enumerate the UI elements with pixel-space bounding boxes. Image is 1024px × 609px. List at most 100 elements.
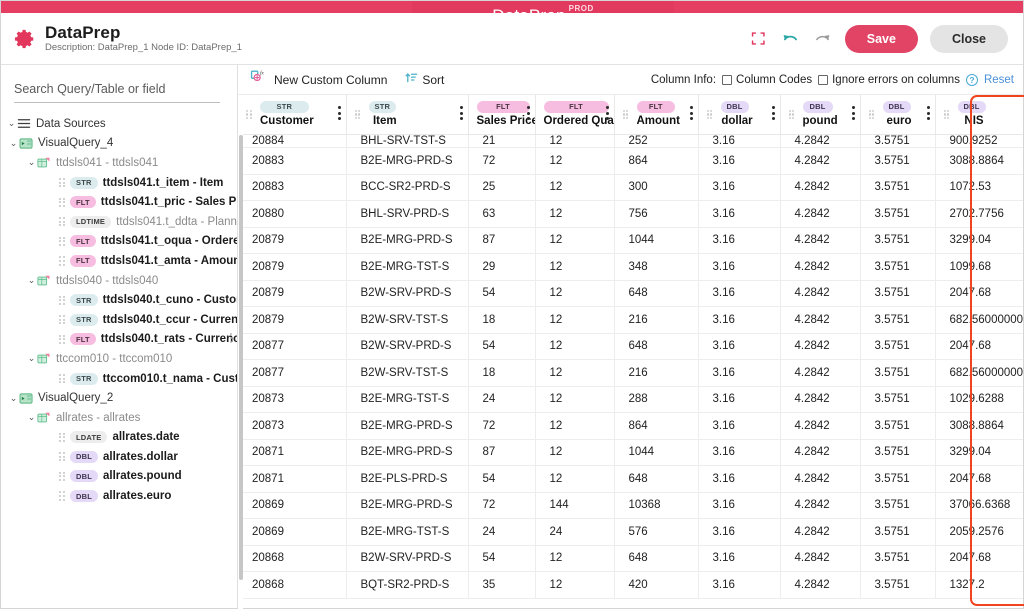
table-cell[interactable]: B2E-MRG-TST-S xyxy=(346,518,469,546)
table-cell[interactable]: 216 xyxy=(614,306,699,334)
table-cell[interactable]: 864 xyxy=(614,147,699,175)
drag-handle-icon[interactable] xyxy=(57,177,67,188)
grid-column-header[interactable]: DBL pound xyxy=(780,95,861,135)
table-cell[interactable]: B2E-MRG-TST-S xyxy=(346,253,469,281)
table-cell[interactable]: 54 xyxy=(468,545,536,572)
table-cell[interactable]: 1099.68 xyxy=(935,253,1024,281)
table-cell[interactable]: B2W-SRV-PRD-S xyxy=(346,545,469,572)
column-codes-checkbox[interactable]: Column Codes xyxy=(722,74,812,86)
table-cell[interactable]: 3.16 xyxy=(698,147,781,175)
table-cell[interactable]: 12 xyxy=(535,545,615,572)
table-cell[interactable]: 87 xyxy=(468,439,536,466)
table-cell[interactable]: 12 xyxy=(535,571,615,599)
table-cell[interactable]: BHL-SRV-PRD-S xyxy=(346,200,469,228)
table-cell[interactable]: 420 xyxy=(614,571,699,599)
table-cell[interactable]: 3.16 xyxy=(698,545,781,572)
table-cell[interactable]: B2E-PLS-PRD-S xyxy=(346,465,469,493)
chevron-down-icon[interactable]: ⌄ xyxy=(26,157,37,168)
table-cell[interactable]: 3.16 xyxy=(698,227,781,254)
table-cell[interactable]: 20879 xyxy=(238,253,347,281)
table-cell[interactable]: 648 xyxy=(614,465,699,493)
table-row[interactable]: 20868 B2W-SRV-PRD-S 54 12 648 3.16 4.2842 3.575… xyxy=(238,545,1024,572)
table-cell[interactable]: B2W-SRV-TST-S xyxy=(346,359,469,387)
table-row[interactable]: 20868 BQT-SR2-PRD-S 35 12 420 3.16 4.2842 3.575… xyxy=(238,571,1024,599)
table-cell[interactable]: B2W-SRV-PRD-S xyxy=(346,333,469,360)
table-cell[interactable]: 2047.68 xyxy=(935,545,1024,572)
table-cell[interactable]: 3088.8864 xyxy=(935,147,1024,175)
table-cell[interactable]: 1044 xyxy=(614,439,699,466)
table-cell[interactable]: 54 xyxy=(468,280,536,307)
table-cell[interactable]: 12 xyxy=(535,134,615,148)
table-cell[interactable]: BCC-SR2-PRD-S xyxy=(346,174,469,201)
table-cell[interactable]: 3.5751 xyxy=(860,227,936,254)
table-cell[interactable]: 4.2842 xyxy=(780,333,861,360)
table-cell[interactable]: 3.5751 xyxy=(860,253,936,281)
drag-handle-icon[interactable] xyxy=(57,314,67,325)
table-cell[interactable]: 3.16 xyxy=(698,386,781,413)
drag-handle-icon[interactable] xyxy=(57,295,67,306)
table-cell[interactable]: B2E-MRG-PRD-S xyxy=(346,439,469,466)
table-cell[interactable]: 20879 xyxy=(238,280,347,307)
table-cell[interactable]: 21 xyxy=(468,134,536,148)
table-cell[interactable]: 72 xyxy=(468,492,536,519)
tree-item[interactable]: FLT ttdsls041.t_amta - Amoun xyxy=(0,251,237,271)
tree-item[interactable]: ⌄ ttdsls041 - ttdsls041 xyxy=(0,153,237,173)
column-menu-icon[interactable] xyxy=(689,106,693,121)
column-drag-handle-icon[interactable] xyxy=(868,109,878,120)
tree-item[interactable]: LDTIME ttdsls041.t_ddta - Planned I xyxy=(0,212,237,232)
table-cell[interactable]: 648 xyxy=(614,545,699,572)
column-menu-icon[interactable] xyxy=(605,106,609,121)
drag-handle-icon[interactable] xyxy=(57,255,67,266)
tree-item[interactable]: STR ttccom010.t_nama - Custo xyxy=(0,369,237,389)
table-cell[interactable]: 682.5600000000001 xyxy=(935,359,1024,387)
table-cell[interactable]: 18 xyxy=(468,359,536,387)
tree-item[interactable]: LDATE allrates.date xyxy=(0,428,237,448)
table-cell[interactable]: B2E-MRG-TST-S xyxy=(346,386,469,413)
table-cell[interactable]: 4.2842 xyxy=(780,492,861,519)
drag-handle-icon[interactable] xyxy=(57,432,67,443)
drag-handle-icon[interactable] xyxy=(57,197,67,208)
table-row[interactable]: 20871 B2E-MRG-PRD-S 87 12 1044 3.16 4.2842 3.57… xyxy=(238,439,1024,466)
table-row[interactable]: 20879 B2E-MRG-TST-S 29 12 348 3.16 4.2842 3.575… xyxy=(238,253,1024,281)
table-cell[interactable]: 3.5751 xyxy=(860,386,936,413)
table-cell[interactable]: 3.16 xyxy=(698,306,781,334)
table-cell[interactable]: 20879 xyxy=(238,306,347,334)
table-cell[interactable]: 72 xyxy=(468,412,536,440)
table-cell[interactable]: 20877 xyxy=(238,333,347,360)
table-cell[interactable]: 144 xyxy=(535,492,615,519)
grid-column-header[interactable]: STR Customer xyxy=(238,95,347,135)
table-row[interactable]: 20871 B2E-PLS-PRD-S 54 12 648 3.16 4.2842 3.575… xyxy=(238,465,1024,493)
table-cell[interactable]: 3299.04 xyxy=(935,439,1024,466)
table-cell[interactable]: 4.2842 xyxy=(780,253,861,281)
chevron-down-icon[interactable]: ⌄ xyxy=(6,118,17,129)
table-cell[interactable]: 12 xyxy=(535,333,615,360)
chevron-down-icon[interactable]: ⌄ xyxy=(26,275,37,286)
table-cell[interactable]: B2E-MRG-PRD-S xyxy=(346,412,469,440)
table-cell[interactable]: 20883 xyxy=(238,174,347,201)
table-cell[interactable]: 288 xyxy=(614,386,699,413)
table-cell[interactable]: 24 xyxy=(535,518,615,546)
tree-item[interactable]: ⌄ allrates - allrates xyxy=(0,408,237,428)
table-cell[interactable]: 3.5751 xyxy=(860,465,936,493)
table-cell[interactable]: 20883 xyxy=(238,147,347,175)
table-cell[interactable]: 3.5751 xyxy=(860,439,936,466)
table-row[interactable]: 20879 B2E-MRG-PRD-S 87 12 1044 3.16 4.2842 3.57… xyxy=(238,227,1024,254)
table-cell[interactable]: 900.9252 xyxy=(935,134,1024,148)
tree-item[interactable]: STR ttdsls040.t_cuno - Custom xyxy=(0,290,237,310)
table-cell[interactable]: 3.16 xyxy=(698,492,781,519)
table-cell[interactable]: 87 xyxy=(468,227,536,254)
table-cell[interactable]: 3.5751 xyxy=(860,134,936,148)
table-cell[interactable]: 12 xyxy=(535,359,615,387)
column-menu-icon[interactable] xyxy=(337,106,341,121)
table-cell[interactable]: 3.5751 xyxy=(860,147,936,175)
table-cell[interactable]: 12 xyxy=(535,174,615,201)
table-cell[interactable]: 20879 xyxy=(238,227,347,254)
table-cell[interactable]: 2047.68 xyxy=(935,280,1024,307)
tree-item[interactable]: ⌄ ttdsls040 - ttdsls040 xyxy=(0,271,237,291)
table-cell[interactable]: 864 xyxy=(614,412,699,440)
tree-item[interactable]: ⌄ Data Sources xyxy=(0,114,237,134)
chevron-down-icon[interactable]: ⌄ xyxy=(26,412,37,423)
table-cell[interactable]: 3.5751 xyxy=(860,359,936,387)
column-drag-handle-icon[interactable] xyxy=(622,109,632,120)
table-cell[interactable]: 12 xyxy=(535,227,615,254)
